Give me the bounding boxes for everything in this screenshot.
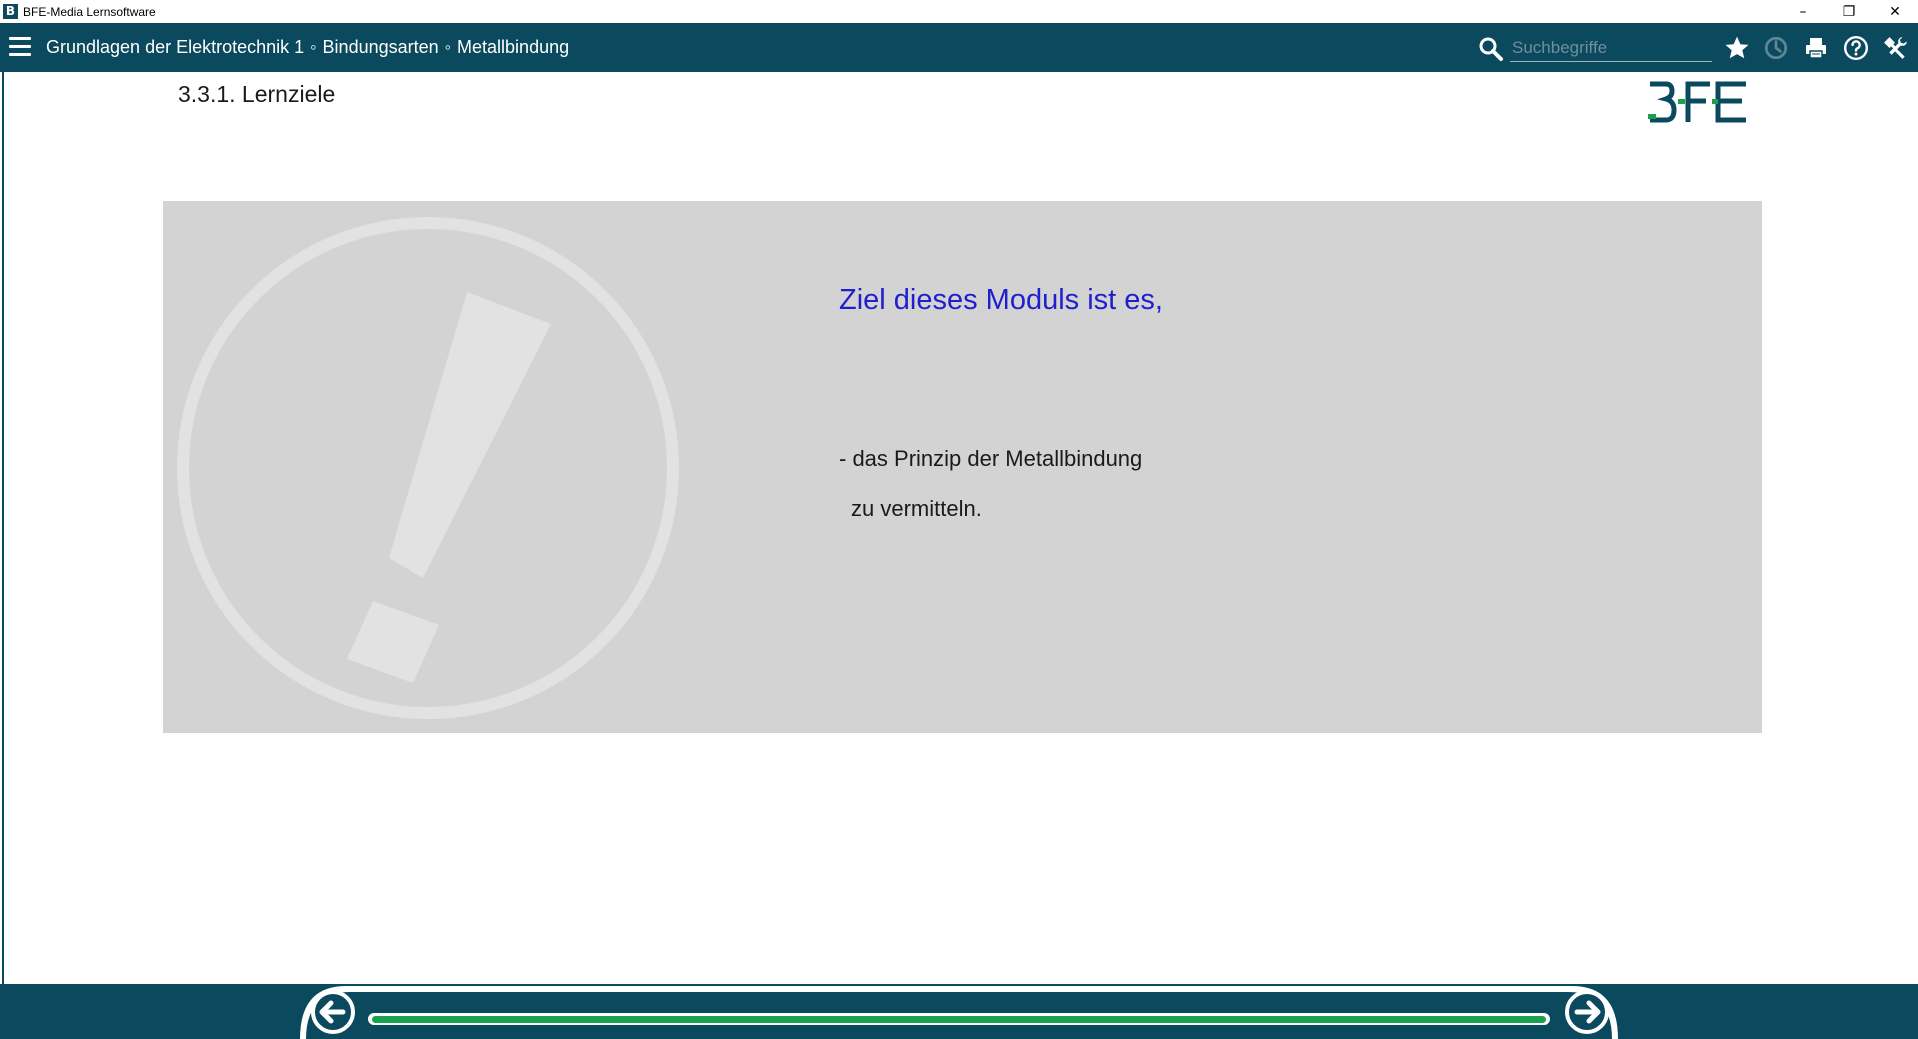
bfe-logo — [1648, 81, 1746, 123]
window-title: BFE-Media Lernsoftware — [23, 4, 156, 19]
breadcrumb-item-topic[interactable]: Metallbindung — [457, 37, 569, 57]
breadcrumb-separator: ◦ — [310, 37, 317, 57]
goal-text-line: - das Prinzip der Metallbindung — [839, 446, 1143, 471]
content-area: 3.3.1. Lernziele Ziel dieses Moduls ist … — [2, 72, 1918, 984]
help-icon[interactable] — [1842, 34, 1870, 62]
progress-bar — [372, 1016, 1546, 1023]
app-header: Grundlagen der Elektrotechnik 1 ◦ Bindungs… — [0, 23, 1918, 72]
previous-page-button[interactable] — [309, 988, 357, 1036]
print-icon[interactable] — [1802, 34, 1830, 62]
bottom-navigation — [0, 984, 1918, 1039]
tools-icon[interactable] — [1882, 34, 1910, 62]
search-input[interactable] — [1510, 35, 1712, 62]
minimize-button[interactable]: – — [1780, 0, 1826, 23]
app-icon: B — [3, 4, 18, 19]
menu-icon[interactable] — [9, 37, 31, 57]
learning-goals-panel: Ziel dieses Moduls ist es, - das Prinzip… — [163, 201, 1762, 733]
breadcrumb-separator: ◦ — [444, 37, 452, 57]
window-controls: – ❐ ✕ — [1780, 0, 1918, 23]
star-icon[interactable] — [1723, 34, 1751, 62]
breadcrumb: Grundlagen der Elektrotechnik 1 ◦ Bindungs… — [46, 23, 569, 72]
nav-track-frame — [300, 986, 1618, 1039]
breadcrumb-item-chapter[interactable]: Bindungsarten — [323, 37, 439, 57]
window-titlebar: B BFE-Media Lernsoftware – ❐ ✕ — [0, 0, 1918, 23]
restore-button[interactable]: ❐ — [1826, 0, 1872, 23]
close-button[interactable]: ✕ — [1872, 0, 1918, 23]
next-page-button[interactable] — [1563, 988, 1611, 1036]
goal-text-line: zu vermitteln. — [851, 496, 982, 521]
search-box — [1478, 33, 1712, 63]
search-icon[interactable] — [1478, 36, 1504, 62]
exclamation-icon — [177, 217, 679, 719]
page-title: 3.3.1. Lernziele — [178, 81, 336, 107]
history-icon[interactable] — [1762, 34, 1790, 62]
breadcrumb-item-course[interactable]: Grundlagen der Elektrotechnik 1 — [46, 37, 304, 57]
goal-heading: Ziel dieses Moduls ist es, — [839, 284, 1163, 316]
